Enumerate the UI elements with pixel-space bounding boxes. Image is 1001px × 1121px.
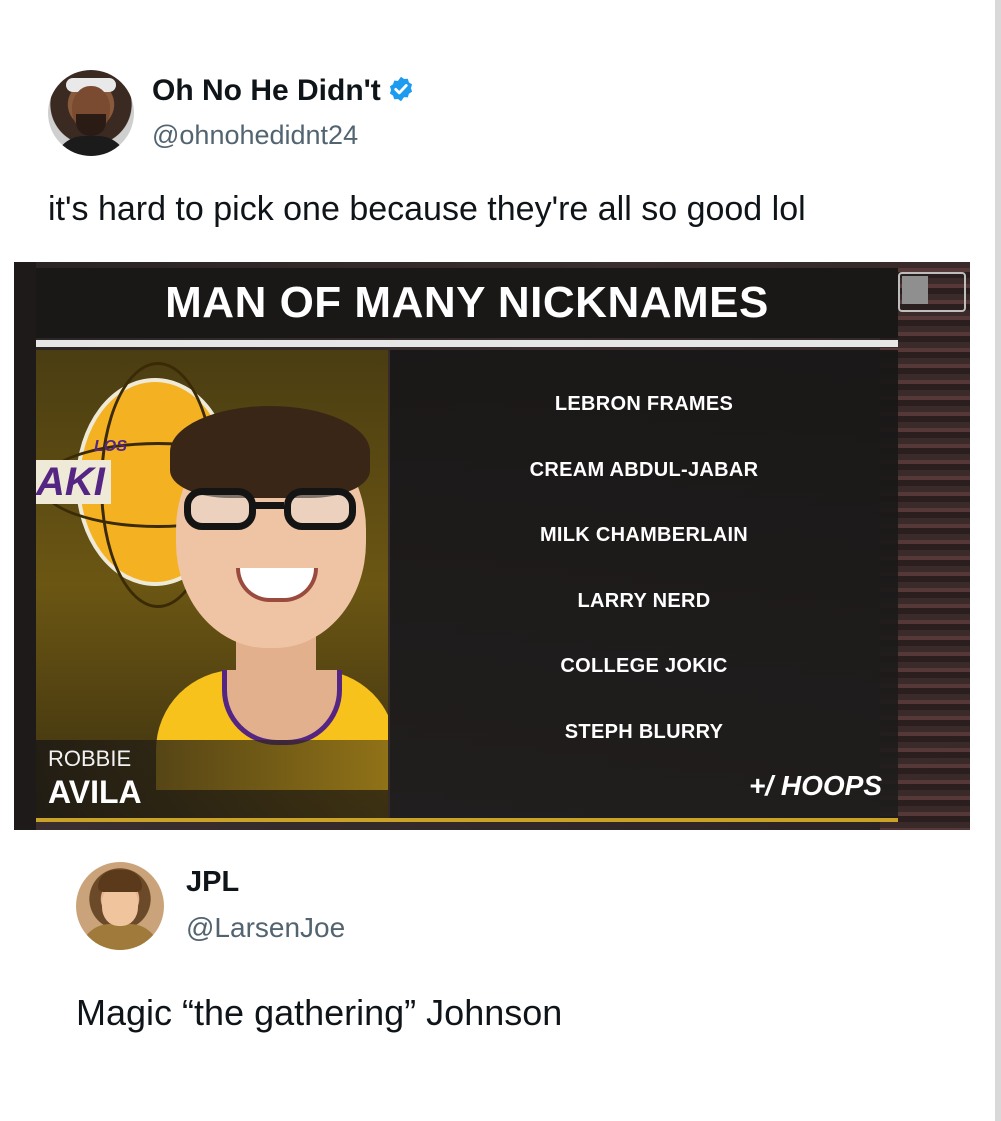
reply-author-handle[interactable]: @LarsenJoe <box>186 912 345 944</box>
player-photo <box>136 388 388 790</box>
verified-badge-icon <box>387 75 415 111</box>
nickname-item: COLLEGE JOKIC <box>560 655 728 678</box>
page-edge <box>995 0 1001 1121</box>
author-handle[interactable]: @ohnohedidnt24 <box>152 120 358 151</box>
reply-author-name[interactable]: JPL <box>186 866 239 899</box>
arena-background-left <box>14 262 36 830</box>
nickname-item: STEPH BLURRY <box>564 720 724 743</box>
graphic-bottom-line <box>36 818 898 822</box>
title-underline <box>36 340 898 347</box>
nickname-item: LARRY NERD <box>577 589 711 612</box>
nba-logo-icon <box>898 272 966 312</box>
nickname-item: MILK CHAMBERLAIN <box>539 524 749 547</box>
player-first-name: ROBBIE <box>48 746 132 771</box>
reply-text: Magic “the gathering” Johnson <box>76 992 563 1033</box>
nickname-item: CREAM ABDUL-JABAR <box>529 458 759 481</box>
nickname-item: LEBRON FRAMES <box>554 393 734 416</box>
reply-avatar[interactable] <box>76 862 164 950</box>
avatar[interactable] <box>48 70 134 156</box>
author-name-text[interactable]: Oh No He Didn't <box>152 74 381 107</box>
nickname-panel: LEBRON FRAMES CREAM ABDUL-JABAR MILK CHA… <box>390 350 898 820</box>
logo-text-large: AKI <box>36 460 111 504</box>
embedded-image[interactable]: MAN OF MANY NICKNAMES LOS AKI ROBBIE AVI… <box>14 262 970 830</box>
logo-text-small: LOS <box>94 438 127 455</box>
graphic-title-bar: MAN OF MANY NICKNAMES <box>36 268 898 338</box>
nickname-list: LEBRON FRAMES CREAM ABDUL-JABAR MILK CHA… <box>390 372 898 765</box>
player-name-strip: ROBBIE AVILA <box>36 740 388 820</box>
player-last-name: AVILA <box>48 774 142 810</box>
hoops-brand-logo: +/ HOOPS <box>748 770 882 801</box>
tweet-text: it's hard to pick one because they're al… <box>48 190 806 228</box>
graphic-title: MAN OF MANY NICKNAMES <box>165 278 769 327</box>
author-name[interactable]: Oh No He Didn't <box>152 74 415 111</box>
